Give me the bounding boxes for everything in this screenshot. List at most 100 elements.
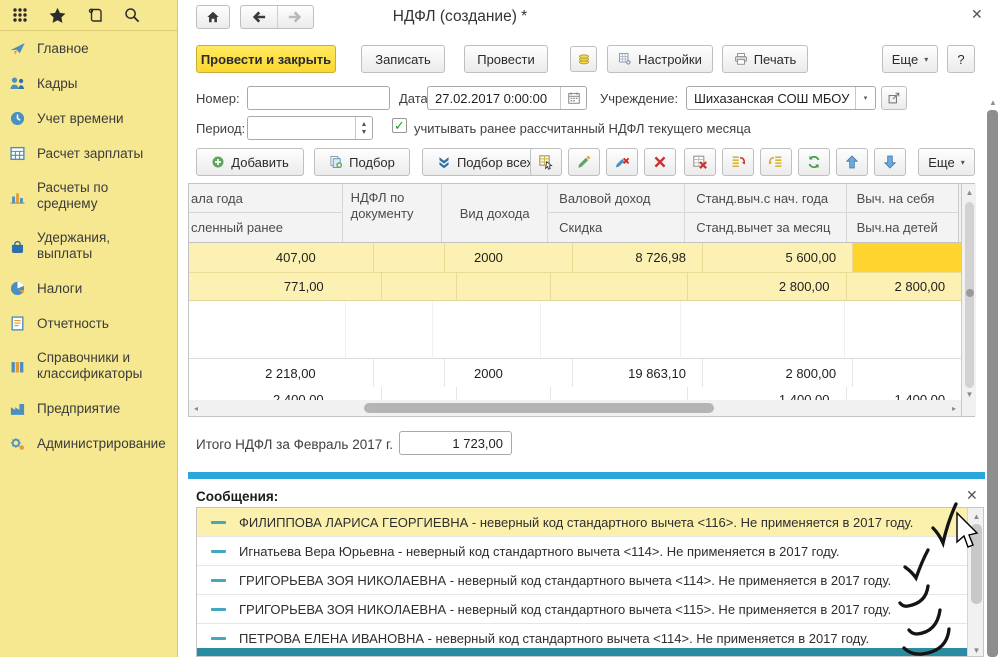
number-input[interactable] — [247, 86, 390, 110]
table-cell[interactable]: 2 400,00 — [189, 387, 382, 401]
messages-scrollbar[interactable]: ▲ ▼ — [967, 508, 984, 657]
table-cell[interactable]: 19 863,10 — [573, 359, 703, 387]
more-button[interactable]: Еще▾ — [882, 45, 938, 73]
column-header-cell[interactable]: сленный ранее — [189, 213, 342, 242]
message-row[interactable]: ГРИГОРЬЕВА ЗОЯ НИКОЛАЕВНА - неверный код… — [197, 566, 983, 595]
favorites-star-icon[interactable] — [49, 7, 66, 24]
consider-previous-checkbox[interactable]: ✓ — [392, 118, 407, 133]
table-cell[interactable]: 5 600,00 — [703, 243, 853, 272]
table-cell[interactable]: 2000 — [445, 243, 573, 272]
table-empty-area[interactable] — [189, 301, 974, 358]
column-header-cell[interactable]: Станд.вычет за месяц — [685, 213, 845, 242]
sidebar-item-kadry[interactable]: Кадры — [0, 66, 177, 101]
table-cell[interactable]: 1 400,00 — [847, 387, 962, 401]
spinner-down-icon[interactable]: ▼ — [361, 129, 368, 136]
column-header-cell[interactable]: Выч.на детей — [847, 213, 959, 242]
messages-close-icon[interactable]: ✕ — [966, 487, 978, 504]
column-header-cell[interactable]: Станд.выч.с нач. года — [685, 184, 845, 213]
edit-button[interactable] — [568, 148, 600, 176]
message-row[interactable]: ГРИГОРЬЕВА ЗОЯ НИКОЛАЕВНА - неверный код… — [197, 595, 983, 624]
delete-row-button[interactable] — [644, 148, 676, 176]
save-button[interactable]: Записать — [361, 45, 445, 73]
help-button[interactable]: ? — [947, 45, 975, 73]
period-spinner[interactable]: ▲ ▼ — [355, 117, 372, 139]
horizontal-scroll-thumb[interactable] — [364, 403, 714, 413]
scroll-up-icon[interactable]: ▲ — [962, 186, 977, 198]
menu-grid-icon[interactable] — [12, 7, 28, 23]
scroll-up-icon[interactable]: ▲ — [968, 510, 984, 522]
table-cell[interactable] — [382, 387, 458, 401]
sidebar-item-predpriyatie[interactable]: Предприятие — [0, 391, 177, 426]
column-header-std-deduction[interactable]: Станд.выч.с нач. года Станд.вычет за мес… — [685, 184, 846, 242]
column-header-cell[interactable]: Валовой доход — [548, 184, 684, 213]
sidebar-item-nalogi[interactable]: Налоги — [0, 271, 177, 306]
column-header-year-start[interactable]: ала года сленный ранее — [189, 184, 343, 242]
back-button[interactable] — [241, 6, 278, 28]
message-row[interactable]: Игнатьева Вера Юрьевна - неверный код ст… — [197, 537, 983, 566]
table-cell[interactable] — [551, 273, 688, 300]
table-cell[interactable] — [374, 243, 445, 272]
move-up-button[interactable] — [836, 148, 868, 176]
table-horizontal-scrollbar[interactable]: ◂ ▸ — [189, 400, 961, 416]
window-scroll-thumb[interactable] — [987, 110, 998, 657]
scroll-up-icon[interactable]: ▲ — [987, 96, 999, 108]
sidebar-item-administrirovanie[interactable]: Администрирование — [0, 426, 177, 461]
column-header-income-type[interactable]: Вид дохода — [442, 184, 548, 242]
pick-button[interactable]: Подбор — [314, 148, 410, 176]
table-cell[interactable] — [374, 359, 445, 387]
sidebar-item-raschety-po-srednemu[interactable]: Расчеты по среднему — [0, 171, 177, 221]
post-and-close-button[interactable]: Провести и закрыть — [196, 45, 336, 73]
column-header-cell[interactable]: ала года — [189, 184, 342, 213]
table-row[interactable]: 2 218,00 2000 19 863,10 2 800,00 2 400,0… — [189, 358, 974, 401]
history-icon[interactable] — [87, 7, 103, 23]
panel-splitter[interactable] — [188, 472, 985, 479]
sidebar-item-uchet-vremeni[interactable]: Учет времени — [0, 101, 177, 136]
table-cell[interactable]: 2 218,00 — [189, 359, 374, 387]
sidebar-item-raschet-zarplaty[interactable]: Расчет зарплаты — [0, 136, 177, 171]
table-cell[interactable] — [382, 273, 458, 300]
table-cell[interactable]: 2000 — [445, 359, 573, 387]
settings-button[interactable]: Настройки — [607, 45, 713, 73]
move-begin-button[interactable] — [722, 148, 754, 176]
scroll-left-icon[interactable]: ◂ — [189, 400, 203, 416]
table-vertical-scrollbar[interactable]: ▲ ▼ — [961, 184, 976, 416]
end-edit-button[interactable] — [606, 148, 638, 176]
table-cell[interactable] — [853, 359, 962, 387]
table-cell[interactable]: 2 800,00 — [688, 273, 847, 300]
date-input[interactable]: 27.02.2017 0:00:00 — [428, 91, 560, 106]
sidebar-item-glavnoe[interactable]: Главное — [0, 31, 177, 66]
dtkt-button[interactable] — [570, 46, 597, 72]
table-cell[interactable]: 1 400,00 — [688, 387, 847, 401]
calendar-button[interactable] — [560, 87, 586, 109]
add-row-button[interactable]: Добавить — [196, 148, 304, 176]
refresh-button[interactable] — [798, 148, 830, 176]
table-cell-selected[interactable] — [853, 243, 962, 272]
open-institution-button[interactable] — [881, 86, 907, 110]
institution-dropdown-button[interactable]: ▾ — [855, 87, 875, 109]
table-cell[interactable]: 8 726,98 — [573, 243, 703, 272]
clear-table-button[interactable] — [684, 148, 716, 176]
move-end-button[interactable] — [760, 148, 792, 176]
column-header-cell[interactable]: Выч. на себя — [847, 184, 959, 213]
window-close-icon[interactable]: ✕ — [971, 6, 983, 23]
table-cell[interactable]: 2 800,00 — [847, 273, 962, 300]
print-button[interactable]: Печать — [722, 45, 808, 73]
table-cell[interactable]: 2 800,00 — [703, 359, 853, 387]
column-header-cell[interactable]: Скидка — [548, 213, 684, 242]
move-down-button[interactable] — [874, 148, 906, 176]
table-cell[interactable]: 771,00 — [189, 273, 382, 300]
column-header-deduction-self[interactable]: Выч. на себя Выч.на детей — [847, 184, 959, 242]
scroll-down-icon[interactable]: ▼ — [962, 388, 977, 400]
column-header-ndfl-doc[interactable]: НДФЛ по документу — [343, 184, 443, 242]
sidebar-item-spravochniki[interactable]: Справочники и классификаторы — [0, 341, 177, 391]
table-more-button[interactable]: Еще▾ — [918, 148, 975, 176]
home-button[interactable] — [196, 5, 230, 29]
table-cell[interactable] — [551, 387, 688, 401]
select-cell-button[interactable] — [530, 148, 562, 176]
total-input[interactable]: 1 723,00 — [399, 431, 512, 455]
table-cell[interactable]: 407,00 — [189, 243, 374, 272]
sidebar-item-otchetnost[interactable]: Отчетность — [0, 306, 177, 341]
table-row-selected[interactable]: 407,00 2000 8 726,98 5 600,00 771,00 2 8… — [189, 243, 974, 301]
institution-input[interactable]: Шихазанская СОШ МБОУ — [687, 91, 855, 106]
forward-button[interactable] — [278, 6, 314, 28]
